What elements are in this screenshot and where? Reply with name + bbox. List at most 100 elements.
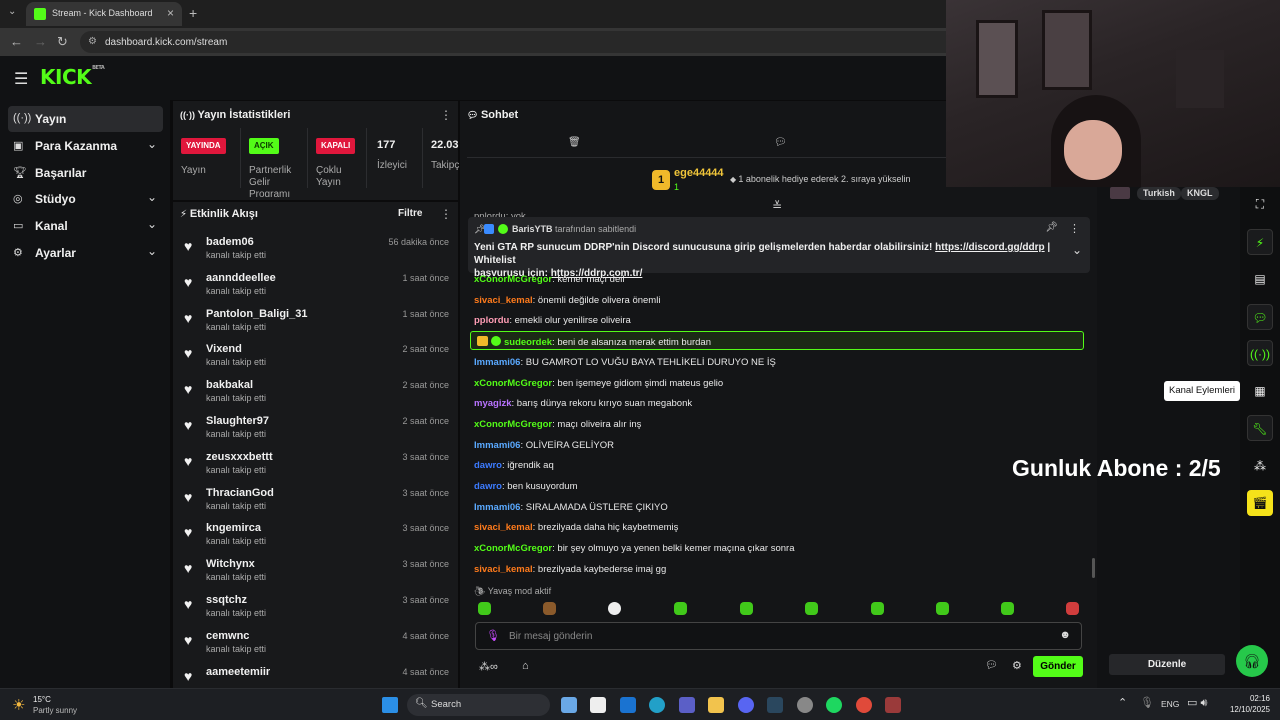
- tag-kngl[interactable]: KNGL: [1181, 187, 1219, 200]
- chat-username[interactable]: Immami06: [474, 502, 520, 513]
- emote-7[interactable]: [871, 602, 884, 615]
- trash-icon[interactable]: 🗑︎: [568, 137, 581, 148]
- emote-4[interactable]: [674, 602, 687, 615]
- discord-icon[interactable]: [738, 697, 754, 713]
- sidebar-item-basarilar[interactable]: 🏆︎ Başarılar: [8, 160, 163, 186]
- feed-item[interactable]: ♥ badem06 kanalı takip etti 56 dakika önce: [178, 233, 453, 269]
- reload-icon[interactable]: ↻: [57, 34, 68, 50]
- forward-icon[interactable]: →: [34, 34, 47, 49]
- emote-8[interactable]: [936, 602, 949, 615]
- outlook-icon[interactable]: [620, 697, 636, 713]
- chat-username[interactable]: sivaci_kemal: [474, 564, 533, 575]
- chat-input[interactable]: 🎙︎ Bir mesaj gönderin ☻: [475, 622, 1082, 650]
- microphone-icon[interactable]: 🎙︎: [1140, 696, 1154, 709]
- feed-item[interactable]: ♥ ssqtchz kanalı takip etti 3 saat önce: [178, 591, 453, 627]
- chat-username[interactable]: xConorMcGregor: [474, 274, 552, 285]
- chat-username[interactable]: Immami06: [474, 357, 520, 368]
- back-icon[interactable]: ←: [10, 34, 23, 49]
- emote-2[interactable]: [543, 602, 556, 615]
- teams-icon[interactable]: [679, 697, 695, 713]
- chrome-icon[interactable]: [856, 697, 872, 713]
- chat-bubble-icon[interactable]: 💬︎: [985, 660, 998, 671]
- clock-date[interactable]: 12/10/2025: [1222, 705, 1270, 714]
- app-icon[interactable]: [885, 697, 901, 713]
- feed-item[interactable]: ♥ ThracianGod kanalı takip etti 3 saat önce: [178, 484, 453, 520]
- sidebar-item-yayin[interactable]: ((·)) Yayın: [8, 106, 163, 132]
- unpin-icon[interactable]: 📌︎: [1045, 222, 1058, 233]
- feed-item[interactable]: ♥ kngemirca kanalı takip etti 3 saat önce: [178, 519, 453, 555]
- emote-10[interactable]: [1066, 602, 1079, 615]
- store-icon[interactable]: [590, 697, 606, 713]
- sidebar-item-kanal[interactable]: ▭ Kanal ⌄: [8, 213, 163, 239]
- microphone-icon[interactable]: 🎙︎: [486, 629, 500, 642]
- chevron-down-icon[interactable]: ⌄: [1072, 243, 1082, 257]
- channel-actions-icon[interactable]: ▦: [1247, 378, 1273, 404]
- language-indicator[interactable]: ENG: [1161, 699, 1179, 709]
- tab-close-icon[interactable]: ×: [167, 6, 174, 20]
- feed-item[interactable]: ♥ aannddeellee kanalı takip etti 1 saat önc…: [178, 269, 453, 305]
- chat-bubble-icon[interactable]: 💬︎: [1247, 304, 1273, 330]
- feed-item[interactable]: ♥ Pantolon_Baligi_31 kanalı takip etti 1 sa…: [178, 305, 453, 341]
- taskbar-search[interactable]: 🔍︎ Search: [407, 694, 550, 716]
- clapperboard-icon[interactable]: 🎬︎: [1247, 490, 1273, 516]
- fullscreen-icon[interactable]: ⛶: [1247, 191, 1273, 217]
- emote-6[interactable]: [805, 602, 818, 615]
- document-icon[interactable]: ▤: [1247, 266, 1273, 292]
- lightning-icon[interactable]: ⚡︎: [1247, 229, 1273, 255]
- chat-username[interactable]: sudeordek: [504, 337, 552, 348]
- support-icon[interactable]: 🎧︎: [1236, 645, 1268, 677]
- emote-3[interactable]: [608, 602, 621, 615]
- kick-logo[interactable]: KICKBETA: [40, 65, 105, 89]
- discord-link[interactable]: https://discord.gg/ddrp: [935, 242, 1044, 253]
- broadcast-icon[interactable]: ((·)): [1247, 340, 1273, 366]
- feed-item[interactable]: ♥ zeusxxxbettt kanalı takip etti 3 saat önc…: [178, 448, 453, 484]
- send-button[interactable]: Gönder: [1033, 656, 1083, 677]
- community-icon[interactable]: ⁂: [1247, 453, 1273, 479]
- feed-item[interactable]: ♥ cemwnc kanalı takip etti 4 saat önce: [178, 627, 453, 663]
- url-field[interactable]: ⚙ dashboard.kick.com/stream: [80, 31, 946, 53]
- edge-icon[interactable]: [649, 697, 665, 713]
- folder-icon[interactable]: [708, 697, 724, 713]
- sidebar-item-studyo[interactable]: ◎ Stüdyo ⌄: [8, 186, 163, 212]
- chat-username[interactable]: sivaci_kemal: [474, 522, 533, 533]
- chat-username[interactable]: dawro: [474, 481, 502, 492]
- tab-list-icon[interactable]: ⌄: [8, 6, 16, 17]
- chat-username[interactable]: xConorMcGregor: [474, 543, 552, 554]
- new-tab-icon[interactable]: +: [189, 5, 197, 21]
- tag-turkish[interactable]: Turkish: [1137, 187, 1181, 200]
- spotify-icon[interactable]: [826, 697, 842, 713]
- filter-button[interactable]: Filtre: [398, 208, 422, 219]
- sidebar-item-ayarlar[interactable]: ⚙ Ayarlar ⌄: [8, 240, 163, 266]
- app-icon[interactable]: [797, 697, 813, 713]
- browser-tab[interactable]: Stream - Kick Dashboard ×: [26, 2, 182, 26]
- feed-item[interactable]: ♥ Slaughter97 kanalı takip etti 2 saat önce: [178, 412, 453, 448]
- site-info-icon[interactable]: ⚙: [88, 36, 97, 47]
- network-icon[interactable]: ▭ 🔊︎: [1187, 696, 1207, 710]
- feed-item[interactable]: ♥ bakbakal kanalı takip etti 2 saat önce: [178, 376, 453, 412]
- collapse-icon[interactable]: ≚: [772, 199, 782, 213]
- clock-time[interactable]: 02:16: [1222, 694, 1270, 703]
- pinned-menu-icon[interactable]: ⋮: [1069, 222, 1080, 235]
- store-icon[interactable]: ⌂: [522, 660, 529, 672]
- community-icon[interactable]: ⁂∞: [479, 660, 498, 673]
- stats-menu-icon[interactable]: ⋮: [440, 108, 452, 122]
- chat-username[interactable]: xConorMcGregor: [474, 378, 552, 389]
- feed-item[interactable]: ♥ Vixend kanalı takip etti 2 saat önce: [178, 340, 453, 376]
- feed-menu-icon[interactable]: ⋮: [440, 207, 452, 221]
- emoji-icon[interactable]: ☻: [1059, 629, 1071, 641]
- sidebar-item-para-kazanma[interactable]: ▣ Para Kazanma ⌄: [8, 133, 163, 159]
- chat-username[interactable]: dawro: [474, 460, 502, 471]
- feed-item[interactable]: ♥ Witchynx kanalı takip etti 3 saat önce: [178, 555, 453, 591]
- emote-1[interactable]: [478, 602, 491, 615]
- chat-username[interactable]: sivaci_kemal: [474, 295, 533, 306]
- gift-user[interactable]: ege44444: [674, 167, 724, 179]
- wrench-icon[interactable]: 🔧︎: [1247, 415, 1273, 441]
- windows-start-icon[interactable]: [382, 697, 398, 713]
- chat-settings-icon[interactable]: ⚙: [1012, 659, 1022, 672]
- menu-icon[interactable]: ☰: [14, 69, 28, 89]
- chat-username[interactable]: Immami06: [474, 440, 520, 451]
- emote-5[interactable]: [740, 602, 753, 615]
- steam-icon[interactable]: [767, 697, 783, 713]
- taskview-icon[interactable]: [561, 697, 577, 713]
- chat-scrollbar[interactable]: [1092, 558, 1095, 578]
